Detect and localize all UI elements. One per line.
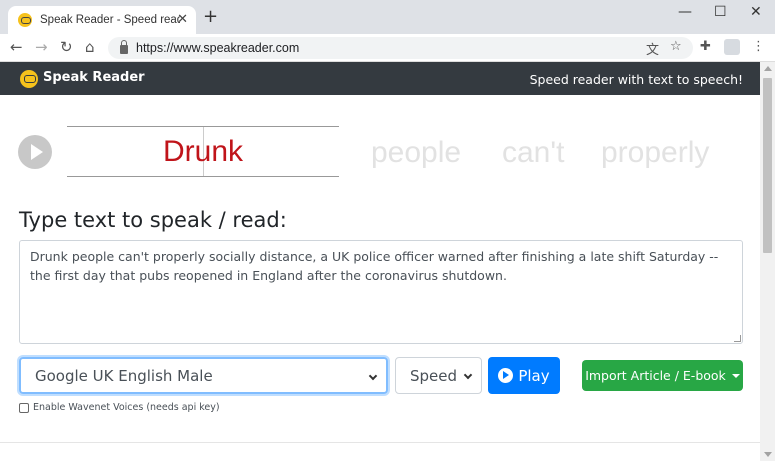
browser-toolbar: ← → ↻ ⌂ https://www.speakreader.com 文 ☆ … [0, 34, 775, 62]
chevron-down-icon [368, 371, 378, 381]
maximize-button[interactable]: ☐ [714, 4, 727, 20]
wavenet-label: Enable Wavenet Voices (needs api key) [33, 402, 220, 413]
tab-close-icon[interactable]: ✕ [177, 12, 188, 27]
text-input-area[interactable]: Drunk people can't properly socially dis… [19, 240, 743, 344]
new-tab-button[interactable]: + [203, 8, 218, 26]
section-divider [0, 442, 760, 443]
site-navbar: Speak Reader Speed reader with text to s… [0, 62, 760, 95]
page-scrollbar[interactable] [760, 62, 775, 461]
minimize-button[interactable]: — [678, 4, 692, 20]
translate-icon[interactable]: 文 [646, 39, 659, 58]
brand-name[interactable]: Speak Reader [43, 70, 145, 85]
site-tagline: Speed reader with text to speech! [529, 72, 743, 87]
current-word-box: Drunk [67, 126, 339, 177]
upcoming-word: can't [502, 136, 565, 169]
reader-play-icon[interactable] [18, 135, 52, 169]
scroll-up-arrow-icon[interactable] [764, 66, 772, 71]
speed-select-value: Speed [410, 366, 458, 385]
input-heading: Type text to speak / read: [19, 208, 287, 232]
forward-button[interactable]: → [35, 38, 48, 56]
caret-down-icon [731, 373, 740, 378]
speakreader-favicon-icon [18, 13, 32, 27]
wavenet-checkbox[interactable] [19, 402, 29, 413]
upcoming-word: people [371, 136, 462, 169]
back-button[interactable]: ← [10, 38, 23, 56]
resize-handle-icon[interactable] [734, 335, 741, 342]
chevron-down-icon [463, 370, 473, 380]
wavenet-option[interactable]: Enable Wavenet Voices (needs api key) [19, 402, 220, 413]
reload-button[interactable]: ↻ [60, 38, 73, 56]
home-button[interactable]: ⌂ [85, 38, 95, 56]
profile-avatar[interactable] [724, 39, 740, 55]
voice-select[interactable]: Google UK English Male [19, 357, 388, 394]
play-icon [498, 368, 514, 383]
browser-tab[interactable]: Speak Reader - Speed reader with text to… [8, 6, 196, 34]
menu-icon[interactable]: ⋮ [752, 39, 765, 54]
lock-icon [120, 40, 128, 54]
tab-bar: Speak Reader - Speed reader with text to… [0, 0, 775, 34]
address-bar[interactable]: https://www.speakreader.com [108, 37, 693, 59]
scroll-down-arrow-icon[interactable] [764, 452, 772, 457]
scroll-thumb[interactable] [763, 78, 772, 253]
speed-select[interactable]: Speed [395, 357, 482, 394]
bookmark-star-icon[interactable]: ☆ [670, 39, 682, 54]
upcoming-word: properly [601, 136, 710, 169]
play-button-label: Play [518, 366, 550, 385]
speakreader-logo-icon[interactable] [20, 70, 38, 88]
window-close-button[interactable]: ✕ [750, 4, 762, 20]
voice-select-value: Google UK English Male [35, 366, 213, 385]
current-word: Drunk [162, 134, 244, 168]
import-button-label: Import Article / E-book [585, 368, 726, 383]
url-text: https://www.speakreader.com [136, 41, 300, 55]
play-button[interactable]: Play [488, 357, 560, 394]
import-article-button[interactable]: Import Article / E-book [582, 360, 743, 391]
tab-title: Speak Reader - Speed reader with text to… [40, 14, 180, 26]
extensions-icon[interactable]: ✚ [700, 39, 711, 54]
